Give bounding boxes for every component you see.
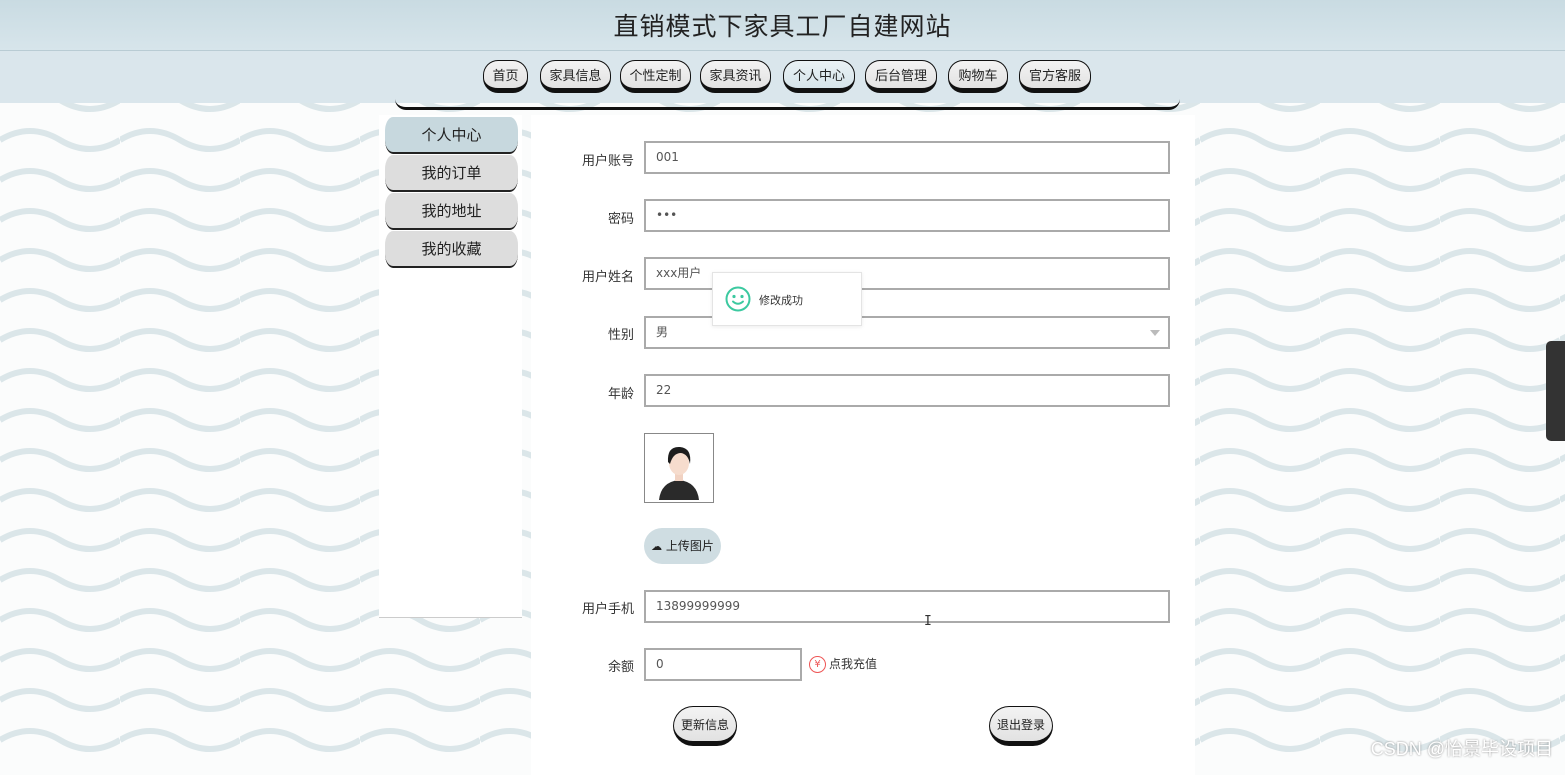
age-field[interactable]: 22 <box>644 374 1170 407</box>
yen-icon: ¥ <box>809 656 826 673</box>
watermark: CSDN @怡景毕设项目 <box>1370 739 1553 759</box>
nav-admin[interactable]: 后台管理 <box>865 60 937 93</box>
account-field[interactable]: 001 <box>644 141 1170 174</box>
main-nav: 首页 家具信息 个性定制 家具资讯 个人中心 后台管理 购物车 官方客服 <box>0 51 1565 103</box>
upload-image-button[interactable]: ☁ 上传图片 <box>644 528 721 564</box>
site-header: 直销模式下家具工厂自建网站 <box>0 0 1565 51</box>
avatar <box>644 433 714 503</box>
sidebar-item-orders[interactable]: 我的订单 <box>385 155 518 192</box>
nav-furniture-news[interactable]: 家具资讯 <box>700 60 771 93</box>
chevron-down-icon <box>1150 330 1160 336</box>
account-label: 用户账号 <box>581 154 634 169</box>
password-label: 密码 <box>607 212 634 227</box>
profile-form: 用户账号 001 密码 ••• 用户姓名 xxx用户 性别 男 年龄 22 ☁ … <box>531 115 1195 775</box>
floating-side-tab[interactable] <box>1546 341 1565 441</box>
nav-home[interactable]: 首页 <box>483 60 528 93</box>
nav-cart[interactable]: 购物车 <box>948 60 1008 93</box>
nav-customer-service[interactable]: 官方客服 <box>1019 60 1091 93</box>
success-toast: 修改成功 <box>712 272 862 326</box>
logout-button[interactable]: 退出登录 <box>989 706 1053 746</box>
nav-furniture-info[interactable]: 家具信息 <box>540 60 611 93</box>
gender-label: 性别 <box>607 328 634 343</box>
nav-divider <box>395 99 1180 110</box>
sidebar-item-personal-center[interactable]: 个人中心 <box>385 117 518 154</box>
upload-image-label: 上传图片 <box>665 539 714 553</box>
name-label: 用户姓名 <box>581 270 634 285</box>
balance-label: 余额 <box>607 660 634 675</box>
avatar-image <box>645 434 713 502</box>
smile-icon <box>725 286 751 312</box>
update-info-button[interactable]: 更新信息 <box>673 706 737 746</box>
nav-customization[interactable]: 个性定制 <box>620 60 691 93</box>
recharge-link[interactable]: ¥ 点我充值 <box>809 655 877 673</box>
text-cursor-icon: I <box>924 614 932 629</box>
password-field[interactable]: ••• <box>644 199 1170 232</box>
site-title: 直销模式下家具工厂自建网站 <box>613 12 952 41</box>
nav-personal-center[interactable]: 个人中心 <box>783 60 855 93</box>
cloud-upload-icon: ☁ <box>651 540 663 553</box>
sidebar-item-addresses[interactable]: 我的地址 <box>385 193 518 230</box>
sidebar-item-favorites[interactable]: 我的收藏 <box>385 231 518 268</box>
gender-select-value: 男 <box>656 325 669 339</box>
age-label: 年龄 <box>607 387 634 402</box>
recharge-label: 点我充值 <box>829 657 878 671</box>
phone-field[interactable]: 13899999999 <box>644 590 1170 623</box>
toast-message: 修改成功 <box>759 294 803 307</box>
sidebar: 个人中心 我的订单 我的地址 我的收藏 <box>379 115 522 618</box>
phone-label: 用户手机 <box>581 602 634 617</box>
balance-field[interactable]: 0 <box>644 648 802 681</box>
